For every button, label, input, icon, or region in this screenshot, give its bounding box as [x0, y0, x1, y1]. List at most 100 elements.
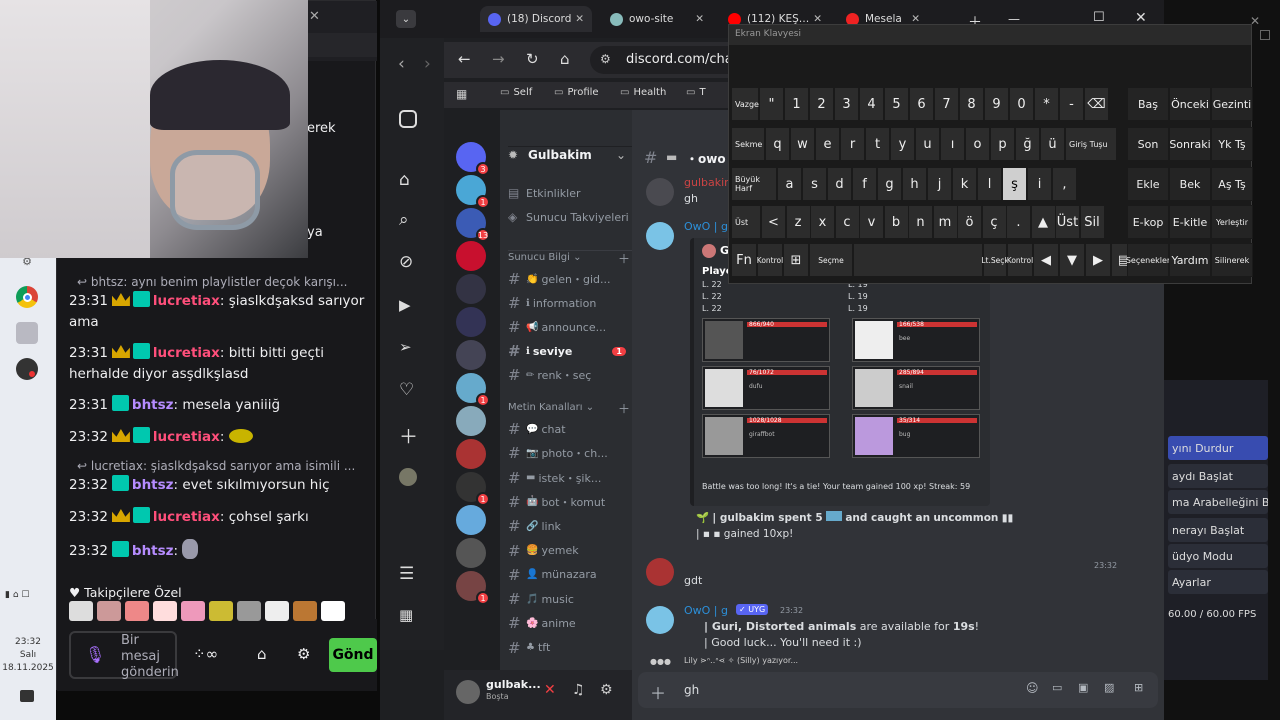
user-avatar[interactable] — [456, 680, 480, 704]
boosts-link[interactable]: ◈ Sunucu Takviyeleri — [508, 206, 630, 228]
key-4[interactable]: 4 — [859, 87, 884, 121]
gear-icon[interactable]: ⚙ — [297, 645, 310, 663]
key-9[interactable]: 9 — [984, 87, 1009, 121]
server-icon-9[interactable] — [456, 406, 486, 436]
message-author[interactable]: OwO | g — [684, 604, 728, 617]
instagram-icon[interactable] — [399, 110, 417, 128]
channel-item[interactable]: # 🍔 yemek — [508, 540, 630, 562]
headphones-icon[interactable]: ♫ — [572, 682, 585, 698]
search-icon[interactable]: ⌕ — [399, 210, 409, 230]
obs-button-6[interactable]: Ayarlar — [1168, 570, 1268, 594]
key-Vazgeç[interactable]: Vazgeç — [731, 87, 763, 121]
key--[interactable]: - — [1059, 87, 1084, 121]
key-▶[interactable]: ▶ — [1085, 243, 1111, 277]
emoji-icon[interactable]: ☺ — [1026, 681, 1039, 695]
microphone-icon[interactable]: 🎙 — [85, 645, 105, 664]
key-t[interactable]: t — [865, 127, 890, 161]
key-E-kitle[interactable]: E-kitle — [1169, 205, 1211, 239]
emote-face[interactable] — [97, 601, 121, 621]
avatar[interactable] — [646, 178, 674, 206]
calculator-icon[interactable] — [16, 322, 38, 344]
site-info-icon[interactable]: ⚙ — [600, 52, 611, 66]
menu-icon[interactable]: ☰ — [399, 564, 414, 584]
key-Önceki[interactable]: Önceki — [1169, 87, 1211, 121]
close-icon[interactable]: ✕ — [309, 9, 320, 24]
key-Aş Tş[interactable]: Aş Tş — [1211, 167, 1253, 201]
message-input[interactable]: ＋ gh ☺ ▭ ▣ ▨ ⊞ — [638, 672, 1158, 708]
tab-close-icon[interactable]: ✕ — [575, 13, 584, 25]
key-p[interactable]: p — [990, 127, 1015, 161]
channel-item[interactable]: # 💬 chat — [508, 418, 630, 440]
channel-item[interactable]: # 👏 gelen・gid... — [508, 268, 630, 290]
key-ı[interactable]: ı — [940, 127, 965, 161]
bot-avatar[interactable] — [646, 606, 674, 634]
key-Fn[interactable]: Fn — [731, 243, 757, 277]
key-Sekme[interactable]: Sekme — [731, 127, 765, 161]
reload-icon[interactable]: ↻ — [526, 50, 539, 68]
home-icon[interactable]: ⌂ — [560, 50, 570, 68]
key-Yerleştir[interactable]: Yerleştir — [1211, 205, 1253, 239]
channel-item[interactable]: # 🔗 link — [508, 515, 630, 537]
key-Kontrol[interactable]: Kontrol — [757, 243, 783, 277]
tab-close-icon[interactable]: ✕ — [695, 13, 704, 25]
key-ö[interactable]: ö — [957, 205, 982, 239]
username[interactable]: lucretiax — [153, 509, 220, 525]
key-<[interactable]: < — [761, 205, 786, 239]
server-icon-6[interactable] — [456, 307, 486, 337]
bits-icon[interactable]: ⁘∞ — [193, 645, 218, 663]
key-ç[interactable]: ç — [981, 205, 1007, 239]
server-icon-10[interactable] — [456, 439, 486, 469]
key-*[interactable]: * — [1034, 87, 1059, 121]
server-icon-12[interactable] — [456, 505, 486, 535]
chrome-icon[interactable] — [16, 286, 38, 308]
channel-item[interactable]: # 📷 photo・ch... — [508, 442, 630, 464]
key-Sonraki[interactable]: Sonraki — [1169, 127, 1211, 161]
channel-item[interactable]: # 🌸 anime — [508, 612, 630, 634]
key-i[interactable]: i — [1027, 167, 1052, 201]
key-Seçme[interactable]: Seçme — [809, 243, 853, 277]
server-icon-7[interactable] — [456, 340, 486, 370]
key-Kontrol[interactable]: Kontrol — [1007, 243, 1033, 277]
server-icon-8[interactable]: 1 — [456, 373, 490, 407]
emote-roses[interactable] — [125, 601, 149, 621]
channel-item[interactable]: # ℹ seviye 1 — [508, 340, 630, 362]
server-icon-4[interactable] — [456, 241, 486, 271]
username[interactable]: lucretiax — [153, 345, 220, 361]
maximize-icon[interactable]: ☐ — [1093, 10, 1105, 25]
tab-3[interactable]: owo-site ✕ — [602, 6, 712, 32]
key-8[interactable]: 8 — [959, 87, 984, 121]
server-icon-13[interactable] — [456, 538, 486, 568]
server-icon-14[interactable]: 1 — [456, 571, 490, 605]
send-button[interactable]: Gönd — [329, 638, 377, 672]
key-f[interactable]: f — [852, 167, 877, 201]
key-o[interactable]: o — [965, 127, 990, 161]
key-n[interactable]: n — [908, 205, 933, 239]
key-ü[interactable]: ü — [1040, 127, 1065, 161]
server-icon-11[interactable]: 1 — [456, 472, 490, 506]
username[interactable]: bhtsz — [132, 477, 174, 493]
key-d[interactable]: d — [827, 167, 852, 201]
forward-icon[interactable]: → — [492, 50, 505, 68]
key-h[interactable]: h — [902, 167, 927, 201]
store-icon[interactable]: ⌂ — [257, 645, 267, 663]
key-Sil[interactable]: Sil — [1079, 205, 1105, 239]
obs-button-4[interactable]: nerayı Başlat — [1168, 518, 1268, 542]
back-icon[interactable]: ‹ — [398, 54, 405, 74]
key-u[interactable]: u — [915, 127, 940, 161]
key-y[interactable]: y — [890, 127, 915, 161]
server-icon-1[interactable]: 3 — [456, 142, 490, 176]
key-"[interactable]: " — [759, 87, 784, 121]
home-icon[interactable]: ⌂ — [399, 170, 410, 190]
emote-cat[interactable] — [69, 601, 93, 621]
key-r[interactable]: r — [840, 127, 865, 161]
emote-lion[interactable] — [293, 601, 317, 621]
tab-search-icon[interactable]: ⌄ — [396, 10, 416, 28]
key-Silinerek[interactable]: Silinerek — [1211, 243, 1253, 277]
key-Üst[interactable]: Üst — [731, 205, 761, 239]
emote-row[interactable] — [69, 601, 369, 623]
key-⌫[interactable]: ⌫ — [1084, 87, 1109, 121]
key-Gezinti[interactable]: Gezinti — [1211, 87, 1253, 121]
server-icon-3[interactable]: 13 — [456, 208, 490, 242]
clock[interactable]: 23:32 Salı 18.11.2025 — [0, 636, 56, 675]
category-server-info[interactable]: Sunucu Bilgi ⌄ — [508, 252, 581, 263]
